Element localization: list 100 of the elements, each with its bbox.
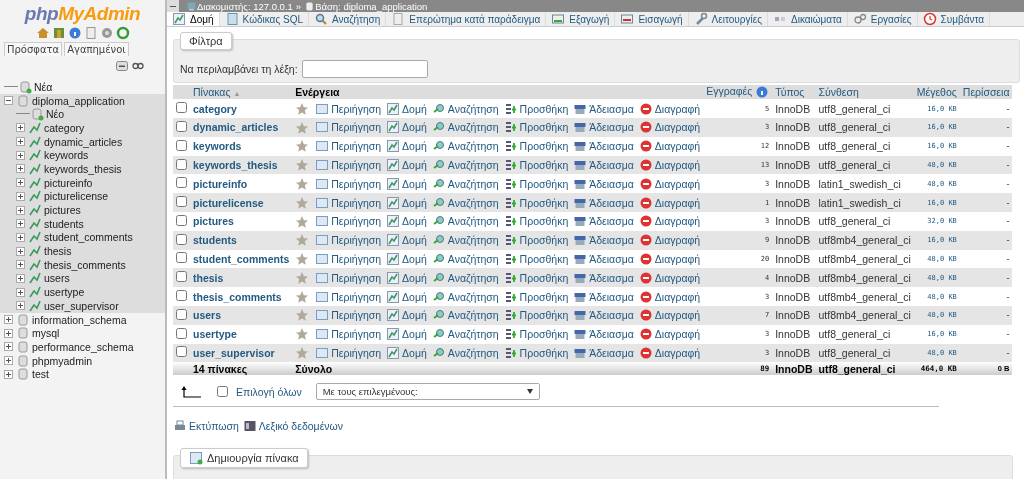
row-checkbox[interactable]	[176, 102, 187, 114]
action-link[interactable]: Διαγραφή	[638, 233, 701, 248]
tree-item[interactable]: diploma_application	[32, 94, 125, 107]
star-icon[interactable]	[295, 214, 310, 229]
action-link[interactable]: Διαγραφή	[638, 158, 701, 172]
action-link[interactable]: Δομή	[386, 345, 427, 360]
star-icon[interactable]	[295, 270, 310, 285]
action-link[interactable]: Δομή	[386, 195, 427, 210]
expand-icon[interactable]	[16, 260, 25, 270]
footer-link[interactable]: Λεξικό δεδομένων	[242, 419, 343, 434]
document-icon[interactable]	[83, 26, 98, 40]
expand-icon[interactable]	[4, 342, 13, 352]
action-link[interactable]: Διαγραφή	[638, 270, 701, 285]
action-link[interactable]: Αναζήτηση	[431, 158, 499, 172]
action-link[interactable]: Δομή	[386, 101, 427, 116]
star-icon[interactable]	[295, 195, 310, 210]
expand-icon[interactable]	[16, 246, 25, 256]
expand-icon[interactable]	[16, 123, 25, 133]
action-link[interactable]: Δομή	[386, 252, 427, 266]
tree-item[interactable]: category	[44, 121, 85, 134]
action-link[interactable]: Προσθήκη	[503, 289, 569, 304]
action-link[interactable]: Δομή	[386, 289, 427, 304]
footer-link[interactable]: Εκτύπωση	[173, 419, 239, 434]
action-link[interactable]: Αναζήτηση	[431, 120, 499, 135]
action-link[interactable]: Διαγραφή	[638, 252, 701, 266]
action-link[interactable]: Άδειασμα	[573, 139, 634, 154]
row-checkbox[interactable]	[176, 271, 187, 283]
action-link[interactable]: Διαγραφή	[638, 345, 701, 360]
action-link[interactable]: Περιήγηση	[315, 195, 382, 210]
action-link[interactable]: Προσθήκη	[503, 270, 569, 285]
action-link[interactable]: Αναζήτηση	[431, 233, 499, 248]
action-link[interactable]: Αναζήτηση	[431, 195, 499, 210]
nav-tab[interactable]: Δομή	[167, 12, 220, 26]
star-icon[interactable]	[295, 346, 310, 361]
action-link[interactable]: Άδειασμα	[573, 308, 634, 323]
collapse-icon[interactable]	[4, 96, 13, 106]
action-link[interactable]: Άδειασμα	[573, 345, 634, 360]
action-link[interactable]: Προσθήκη	[503, 101, 569, 116]
action-link[interactable]: Περιήγηση	[315, 252, 382, 266]
tree-item[interactable]: information_schema	[32, 313, 127, 326]
table-name-link[interactable]: pictureinfo	[193, 177, 248, 190]
expand-icon[interactable]	[16, 219, 25, 229]
action-link[interactable]: Προσθήκη	[503, 139, 569, 154]
expand-icon[interactable]	[16, 178, 25, 188]
row-checkbox[interactable]	[176, 290, 187, 302]
create-table-legend[interactable]: Δημιουργία πίνακα	[180, 448, 308, 469]
filter-input[interactable]	[301, 60, 428, 78]
action-link[interactable]: Διαγραφή	[638, 120, 701, 135]
table-name-link[interactable]: keywords	[193, 140, 242, 153]
tree-item[interactable]: mysql	[32, 327, 60, 340]
row-checkbox[interactable]	[176, 327, 187, 339]
column-header[interactable]: Περίσσεια	[959, 85, 1013, 100]
collapse-button[interactable]	[167, 0, 179, 12]
action-link[interactable]: Αναζήτηση	[431, 214, 499, 229]
action-link[interactable]: Περιήγηση	[315, 345, 382, 360]
sidebar-tab[interactable]: Αγαπημένοι	[64, 42, 129, 56]
action-link[interactable]: Δομή	[386, 158, 427, 172]
star-icon[interactable]	[295, 158, 310, 173]
star-icon[interactable]	[295, 308, 310, 323]
action-link[interactable]: Αναζήτηση	[431, 327, 499, 342]
action-link[interactable]: Προσθήκη	[503, 176, 569, 191]
action-link[interactable]: Περιήγηση	[315, 327, 382, 342]
action-link[interactable]: Διαγραφή	[638, 289, 701, 304]
tree-item[interactable]: pictures	[44, 204, 81, 217]
action-link[interactable]: Περιήγηση	[315, 308, 382, 323]
action-link[interactable]: Άδειασμα	[573, 327, 634, 342]
row-checkbox[interactable]	[176, 177, 187, 189]
action-link[interactable]: Άδειασμα	[573, 270, 634, 285]
star-icon[interactable]	[295, 233, 310, 248]
star-icon[interactable]	[295, 176, 310, 191]
action-link[interactable]: Δομή	[386, 233, 427, 248]
star-icon[interactable]	[295, 101, 310, 116]
tree-item[interactable]: users	[44, 272, 70, 285]
action-link[interactable]: Περιήγηση	[315, 270, 382, 285]
tree-item[interactable]: picturelicense	[44, 190, 109, 203]
expand-icon[interactable]	[16, 150, 25, 160]
expand-icon[interactable]	[4, 315, 13, 325]
tree-item[interactable]: Νέο	[46, 108, 65, 121]
breadcrumb-link[interactable]: Βάση: diploma_application	[304, 0, 428, 12]
action-link[interactable]: Άδειασμα	[573, 233, 634, 248]
tree-item[interactable]: keywords	[44, 149, 89, 162]
row-checkbox[interactable]	[176, 308, 187, 320]
action-link[interactable]: Άδειασμα	[573, 195, 634, 210]
action-link[interactable]: Αναζήτηση	[431, 139, 499, 154]
with-selected-dropdown[interactable]: Με τους επιλεγμένους:	[315, 383, 540, 401]
table-name-link[interactable]: usertype	[193, 328, 237, 341]
select-all-checkbox[interactable]	[217, 386, 228, 398]
action-link[interactable]: Περιήγηση	[315, 139, 382, 154]
column-header[interactable]: Εγγραφές	[703, 85, 773, 100]
tree-item[interactable]: phpmyadmin	[32, 354, 93, 367]
action-link[interactable]: Δομή	[386, 270, 427, 285]
row-checkbox[interactable]	[176, 196, 187, 208]
action-link[interactable]: Περιήγηση	[315, 120, 382, 135]
action-link[interactable]: Προσθήκη	[503, 120, 569, 135]
row-checkbox[interactable]	[176, 139, 187, 151]
home-icon[interactable]	[35, 26, 50, 40]
action-link[interactable]: Αναζήτηση	[431, 270, 499, 285]
action-link[interactable]: Δομή	[386, 214, 427, 229]
action-link[interactable]: Αναζήτηση	[431, 345, 499, 360]
action-link[interactable]: Δομή	[386, 120, 427, 135]
